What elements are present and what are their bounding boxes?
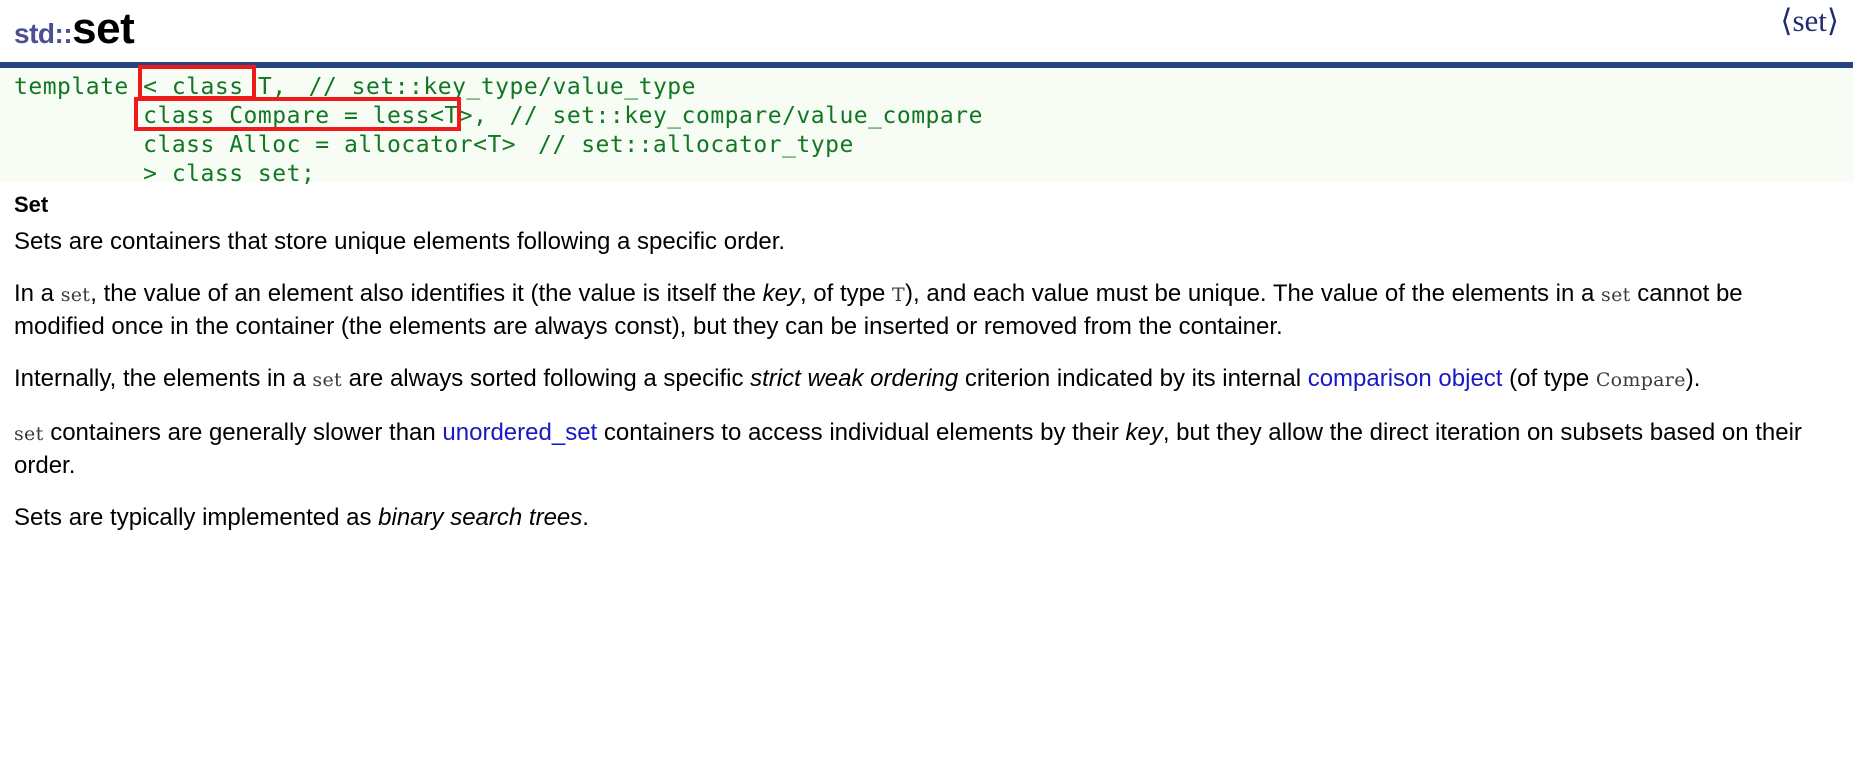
paragraph-text: ), and each value must be unique. The va… <box>905 280 1602 307</box>
paragraph-text: containers to access individual elements… <box>597 419 1126 446</box>
code-line-1-code: class Compare = less<T>, <box>14 103 488 129</box>
paragraph: In a set, the value of an element also i… <box>14 278 1839 342</box>
emphasis-text: strict weak ordering <box>750 365 959 392</box>
code-line: class Compare = less<T>, // set::key_comp… <box>0 102 1853 131</box>
code-line-3-code: > class set; <box>14 161 316 187</box>
description-content: Set Sets are containers that store uniqu… <box>0 182 1853 533</box>
title-namespace: std:: <box>14 18 73 49</box>
emphasis-text: key <box>1125 419 1163 446</box>
paragraph-text: , of type <box>799 280 893 307</box>
paragraph: Internally, the elements in a set are al… <box>14 363 1839 396</box>
code-line: > class set; <box>0 160 1853 189</box>
code-line: class Alloc = allocator<T> // set::alloca… <box>0 131 1853 160</box>
paragraph-text: Internally, the elements in a <box>14 365 313 392</box>
include-header-label: ⟨set⟩ <box>1780 3 1839 38</box>
code-line-0-code: template < class T, <box>14 74 287 100</box>
inline-code: set <box>312 369 342 391</box>
code-line-2-comment: // set::allocator_type <box>538 132 854 158</box>
title-classname: set <box>72 4 135 53</box>
section-heading: Set <box>14 192 49 217</box>
template-declaration-block: template < class T, // set::key_type/valu… <box>0 62 1853 187</box>
paragraph-list: Sets are containers that store unique el… <box>14 226 1839 533</box>
paragraph-text: Sets are typically implemented as <box>14 504 379 531</box>
reference-link[interactable]: unordered_set <box>442 419 597 446</box>
code-line-1-comment: // set::key_compare/value_compare <box>509 103 983 129</box>
paragraph-text: are always sorted following a specific <box>341 365 751 392</box>
paragraph-text: . <box>582 504 589 531</box>
paragraph-text: criterion indicated by its internal <box>958 365 1308 392</box>
paragraph: set containers are generally slower than… <box>14 417 1839 481</box>
paragraph-text: containers are generally slower than <box>43 419 443 446</box>
inline-code: set <box>60 284 91 306</box>
emphasis-text: key <box>762 280 800 307</box>
paragraph: Sets are typically implemented as binary… <box>14 502 1839 533</box>
paragraph-text: , the value of an element also identifie… <box>90 280 763 307</box>
paragraph-text: Sets are containers that store unique el… <box>14 228 786 255</box>
inline-code: set <box>1601 284 1631 306</box>
code-line-2-code: class Alloc = allocator<T> <box>14 132 517 158</box>
code-line-0-comment: // set::key_type/value_type <box>308 74 696 100</box>
page-header: std::set ⟨set⟩ <box>0 0 1853 62</box>
paragraph-text: ). <box>1685 365 1701 392</box>
emphasis-text: binary search trees <box>378 504 583 531</box>
code-line: template < class T, // set::key_type/valu… <box>0 73 1853 102</box>
inline-code: T <box>892 284 906 306</box>
paragraph: Sets are containers that store unique el… <box>14 226 1839 257</box>
inline-code: Compare <box>1595 369 1686 391</box>
reference-link[interactable]: comparison object <box>1308 365 1503 392</box>
paragraph-text: In a <box>14 280 61 307</box>
page-title: std::set <box>14 0 135 65</box>
reference-page: std::set ⟨set⟩ template < class T,// set… <box>0 0 1853 769</box>
paragraph-text: (of type <box>1502 365 1596 392</box>
inline-code: set <box>14 423 44 445</box>
